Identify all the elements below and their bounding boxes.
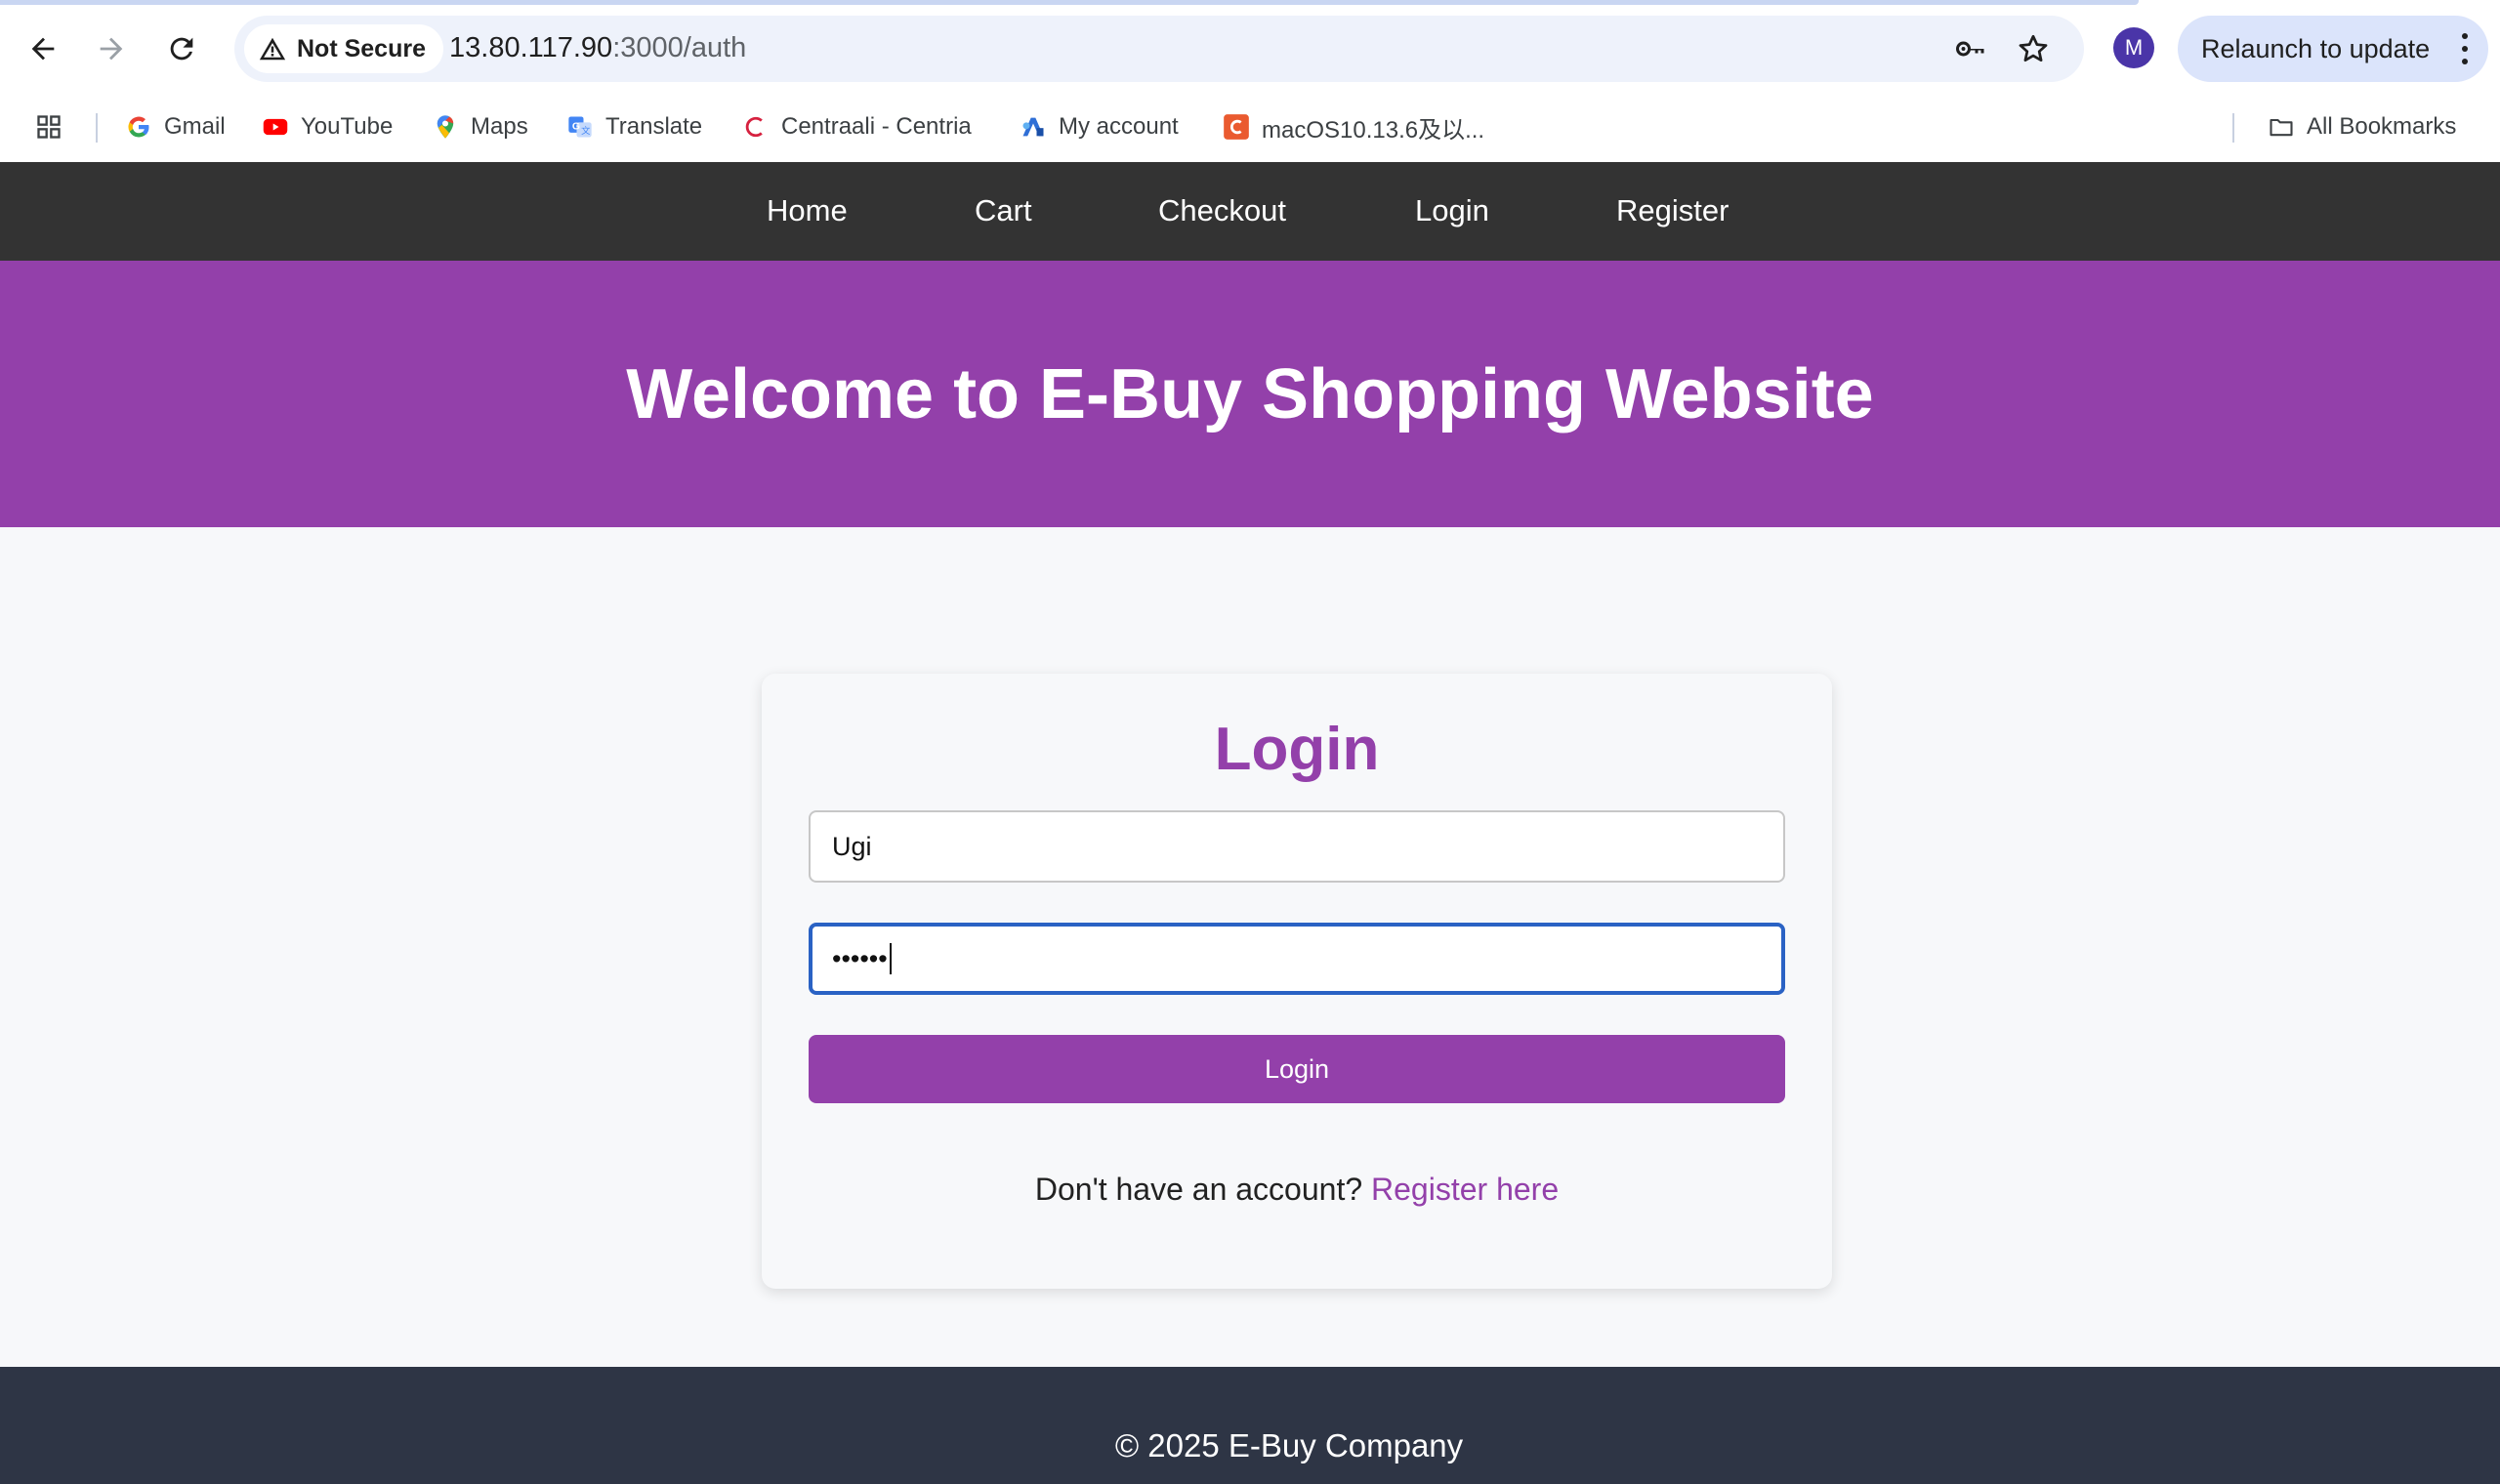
username-value: Ugi <box>832 831 872 861</box>
url-text[interactable]: 13.80.117.90:3000/auth <box>449 32 746 64</box>
register-prompt-line: Don't have an account? Register here <box>762 1172 1832 1208</box>
maps-icon <box>432 113 459 141</box>
register-link[interactable]: Register here <box>1371 1172 1559 1207</box>
star-icon <box>2019 34 2048 62</box>
reload-icon <box>170 37 193 61</box>
nav-register-link[interactable]: Register <box>1616 193 1729 228</box>
apps-button[interactable] <box>35 109 62 144</box>
gmail-icon <box>125 113 152 141</box>
hero-banner: Welcome to E-Buy Shopping Website <box>0 261 2500 527</box>
centria-icon <box>742 113 770 141</box>
bookmark-macos[interactable]: macOS10.13.6及以... <box>1223 109 1484 144</box>
all-bookmarks-button[interactable]: All Bookmarks <box>2268 109 2456 144</box>
password-key-button[interactable] <box>1951 29 1990 68</box>
translate-icon: G文 <box>566 113 594 141</box>
bookmark-translate[interactable]: G文 Translate <box>566 109 702 144</box>
site-footer: © 2025 E-Buy Company <box>0 1367 2500 1484</box>
bookmark-centria[interactable]: Centraali - Centria <box>742 109 972 144</box>
login-heading: Login <box>1214 716 1380 783</box>
relaunch-label: Relaunch to update <box>2201 33 2431 63</box>
bookmark-label: Maps <box>471 113 528 140</box>
username-field[interactable]: Ugi <box>809 810 1785 883</box>
url-host: 13.80.117.90 <box>449 32 613 63</box>
profile-avatar[interactable]: M <box>2113 27 2154 68</box>
c-icon <box>1223 113 1250 141</box>
bookmark-gmail[interactable]: Gmail <box>125 109 226 144</box>
footer-text: © 2025 E-Buy Company <box>1114 1427 1464 1463</box>
bookmark-label: Gmail <box>164 113 226 140</box>
bookmark-youtube[interactable]: YouTube <box>262 109 393 144</box>
hero-title: Welcome to E-Buy Shopping Website <box>626 354 1874 433</box>
key-icon <box>1956 41 1984 57</box>
svg-text:文: 文 <box>581 125 590 136</box>
nav-home-link[interactable]: Home <box>767 193 848 228</box>
reload-button[interactable] <box>154 21 209 76</box>
bookmark-label: Centraali - Centria <box>781 113 972 140</box>
login-card: Login Ugi •••••• Login Don't have an acc… <box>762 674 1832 1289</box>
url-path: :3000/auth <box>612 32 747 63</box>
kebab-menu-icon[interactable] <box>2461 33 2469 64</box>
address-bar[interactable]: Not Secure 13.80.117.90:3000/auth <box>234 16 2084 82</box>
text-caret <box>889 943 892 974</box>
svg-text:G: G <box>572 120 580 132</box>
forward-button[interactable] <box>84 21 139 76</box>
browser-toolbar: Not Secure 13.80.117.90:3000/auth M Rela… <box>0 0 2500 98</box>
bookmarks-divider <box>96 113 98 143</box>
warning-icon <box>259 37 286 61</box>
bookmark-label: macOS10.13.6及以... <box>1262 116 1485 144</box>
bookmark-label: Translate <box>605 113 703 140</box>
nav-login-link[interactable]: Login <box>1415 193 1489 228</box>
security-label: Not Secure <box>297 34 426 62</box>
login-button[interactable]: Login <box>809 1035 1785 1103</box>
bookmark-label: My account <box>1059 113 1179 140</box>
bookmark-my-account[interactable]: My account <box>1020 109 1179 144</box>
login-button-label: Login <box>1264 1053 1330 1084</box>
bookmark-label: YouTube <box>301 113 394 140</box>
arrow-left-icon <box>31 37 55 61</box>
password-mask: •••••• <box>832 943 888 973</box>
site-nav: Home Cart Checkout Login Register <box>0 162 2500 261</box>
nav-checkout-link[interactable]: Checkout <box>1158 193 1286 228</box>
azure-icon <box>1020 113 1047 141</box>
all-bookmarks-label: All Bookmarks <box>2307 113 2457 140</box>
arrow-right-icon <box>100 37 123 61</box>
bookmark-star-button[interactable] <box>2014 29 2053 68</box>
folder-icon <box>2268 113 2295 141</box>
bookmarks-bar: Gmail YouTube Maps G文 Translate Centraal… <box>0 98 2500 162</box>
security-chip[interactable]: Not Secure <box>244 24 443 73</box>
back-button[interactable] <box>16 21 70 76</box>
password-field[interactable]: •••••• <box>809 923 1785 995</box>
bookmark-maps[interactable]: Maps <box>432 109 528 144</box>
apps-grid-icon <box>35 113 62 141</box>
register-prompt: Don't have an account? <box>1034 1172 1363 1207</box>
relaunch-button[interactable]: Relaunch to update <box>2178 16 2488 82</box>
bookmarks-divider <box>2232 113 2234 143</box>
loading-indicator <box>0 0 2139 5</box>
youtube-icon <box>262 113 289 141</box>
nav-cart-link[interactable]: Cart <box>975 193 1032 228</box>
